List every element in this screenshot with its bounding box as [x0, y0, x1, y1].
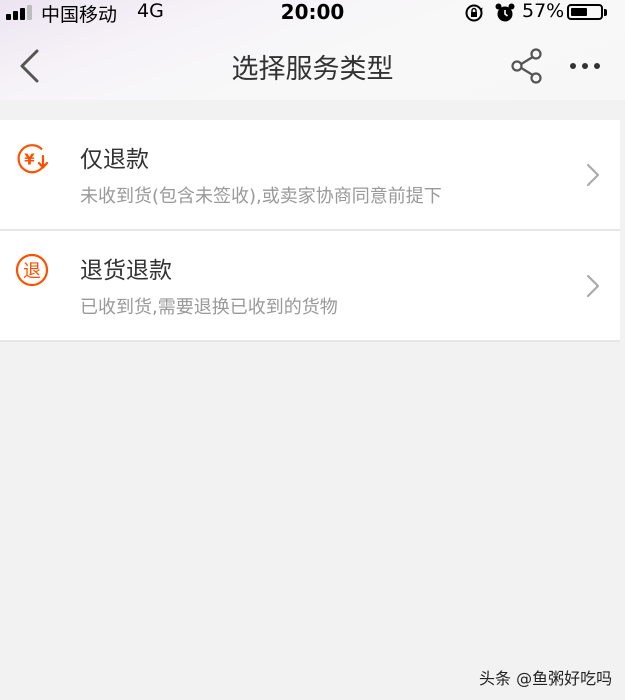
rotation-lock-icon: [465, 4, 483, 22]
chevron-right-icon: [586, 163, 600, 187]
service-type-list: ¥ 仅退款 未收到货(包含未签收),或卖家协商同意前提下 退 退货退款 已收到货…: [0, 120, 620, 342]
battery-percent: 57%: [522, 0, 565, 22]
battery-level-fill: [571, 8, 587, 16]
svg-text:退: 退: [23, 261, 41, 282]
return-tui-icon: 退: [15, 253, 49, 287]
option-return-refund[interactable]: 退 退货退款 已收到货,需要退换已收到的货物: [0, 231, 620, 342]
more-dots-icon: [570, 63, 600, 69]
alarm-clock-icon: [495, 3, 515, 22]
option-title: 退货退款: [80, 258, 172, 284]
more-button[interactable]: [566, 52, 604, 80]
refund-yuan-icon: ¥: [17, 144, 49, 174]
battery-icon: [567, 4, 603, 20]
share-icon: [511, 48, 542, 84]
svg-text:¥: ¥: [24, 151, 35, 169]
battery-nub: [604, 9, 607, 16]
option-description: 未收到货(包含未签收),或卖家协商同意前提下: [80, 186, 442, 207]
option-refund-only[interactable]: ¥ 仅退款 未收到货(包含未签收),或卖家协商同意前提下: [0, 120, 620, 231]
share-button[interactable]: [508, 46, 548, 86]
option-title: 仅退款: [80, 147, 149, 173]
status-bar: 中国移动 4G 20:00 57%: [0, 0, 625, 26]
option-description: 已收到货,需要退换已收到的货物: [80, 297, 338, 318]
watermark: 头条 @鱼粥好吃吗: [479, 669, 613, 688]
chevron-right-icon: [586, 274, 600, 298]
